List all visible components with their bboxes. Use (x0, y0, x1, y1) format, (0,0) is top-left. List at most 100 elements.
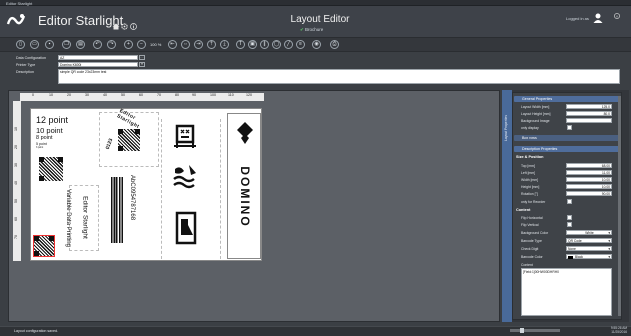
ruler-horizontal: 0 10 20 30 40 50 60 70 80 90 100 110 120 (20, 93, 264, 101)
environment-pictogram-icon[interactable] (172, 163, 200, 193)
properties-side-tab[interactable]: Layout Properties (502, 90, 512, 322)
barcode-color-select[interactable]: Black (566, 254, 612, 260)
printer-type-select[interactable]: Domino K600i (58, 62, 138, 67)
shape-tool-icon[interactable]: ◯ (272, 40, 281, 49)
arc-text-bottom: 0123 (104, 137, 115, 151)
data-config-select[interactable]: AZ (58, 55, 138, 60)
printer-type-label: Printer Type (16, 63, 36, 67)
user-icon[interactable] (592, 12, 604, 24)
bg-image-input[interactable] (566, 118, 612, 123)
flip-vertical-label: Flip Vertical (521, 223, 539, 227)
left-input[interactable]: 11.00 (566, 170, 612, 175)
redo-icon[interactable]: ↷ (107, 40, 116, 49)
left-label: Left [mm] (521, 171, 536, 175)
zoom-slider[interactable] (510, 329, 560, 332)
qr-code-large[interactable] (39, 157, 63, 181)
content-textarea[interactable]: [Field:1]00HW00DHRH0 (521, 268, 612, 316)
align-top-icon[interactable]: ⤒ (207, 40, 216, 49)
paste-icon[interactable]: ▤ (76, 40, 85, 49)
domino-logo-icon (237, 122, 253, 144)
text-10pt[interactable]: 10 point (36, 126, 63, 135)
image-tool-icon[interactable]: ▣ (248, 40, 257, 49)
bg-color-label: Background Color (521, 231, 549, 235)
top-input[interactable]: 68.00 (566, 163, 612, 168)
clock: 9:55:26 AM 11/25/2016 (591, 326, 627, 335)
align-left-icon[interactable]: ⇤ (168, 40, 177, 49)
flip-vertical-checkbox[interactable] (567, 222, 572, 227)
align-center-icon[interactable]: ⇔ (181, 40, 190, 49)
text-tool-icon[interactable]: T (236, 40, 245, 49)
only-display-label: only display (521, 126, 539, 130)
width-input[interactable]: 10.00 (566, 177, 612, 182)
height-input[interactable]: 10.00 (566, 184, 612, 189)
text-3pt[interactable]: 3 point (36, 146, 43, 149)
side-tab-label: Layout Properties (504, 115, 508, 141)
field-tool-icon[interactable]: ≡ (296, 40, 305, 49)
bg-color-select[interactable]: White (566, 230, 612, 236)
layout-height-input[interactable]: 80.0 (566, 111, 612, 116)
barcode-tool-icon[interactable]: ∥ (260, 40, 269, 49)
bg-image-label: Background Image (521, 119, 550, 123)
brand-panel[interactable]: DOMINO (227, 113, 261, 259)
properties-scrollbar[interactable] (618, 96, 621, 316)
copy-icon[interactable]: ❐ (62, 40, 71, 49)
layout-width-input[interactable]: 125.0 (566, 104, 612, 109)
help-icon[interactable] (614, 13, 620, 19)
zoom-out-icon[interactable]: − (137, 40, 146, 49)
size-position-header[interactable]: Size & Position (516, 155, 543, 159)
variable-text-box[interactable]: Editor Starlight Variable Data Printing (65, 185, 99, 251)
flip-horizontal-checkbox[interactable] (567, 215, 572, 220)
text-12pt[interactable]: 12 point (36, 115, 68, 125)
barcode-1d[interactable] (111, 177, 123, 243)
height-label: Height [mm] (521, 185, 540, 189)
ruler-tick: 80 (175, 93, 179, 97)
ruler-tick: 50 (14, 199, 18, 203)
box-rows-header[interactable]: Box rows (514, 135, 620, 141)
undo-icon[interactable]: ↶ (93, 40, 102, 49)
info-icon[interactable] (130, 23, 137, 30)
align-right-icon[interactable]: ⇥ (194, 40, 203, 49)
new-icon[interactable]: ▯ (16, 40, 25, 49)
window-title: Editor Starlight (6, 0, 33, 6)
printer-type-dropdown[interactable]: ▾ (139, 62, 145, 67)
text-8pt[interactable]: 8 point (36, 135, 53, 141)
content-header[interactable]: Content (516, 208, 530, 212)
ruler-tick: 30 (14, 163, 18, 167)
zoom-in-icon[interactable]: + (124, 40, 133, 49)
health-hazard-pictogram-icon[interactable] (173, 211, 199, 245)
save-icon[interactable]: ▪ (45, 40, 54, 49)
barcode-text[interactable]: AbC0954787168 (129, 175, 135, 220)
check-digit-select[interactable]: None (566, 246, 612, 252)
barcode-color-value: Black (575, 255, 584, 259)
ruler-tick: 60 (139, 93, 143, 97)
ruler-tick: 60 (14, 217, 18, 221)
ruler-tick: 120 (246, 93, 252, 97)
home-icon[interactable] (112, 23, 120, 30)
description-field[interactable]: simple QR code 23x23mm test (58, 69, 620, 84)
preview-icon[interactable]: ◉ (312, 40, 321, 49)
app-logo-icon (6, 14, 26, 25)
arc-text-box[interactable]: Editor Starlight 0123 (99, 108, 159, 167)
open-icon[interactable]: ▭ (30, 40, 39, 49)
ruler-tick: 10 (49, 93, 53, 97)
align-bottom-icon[interactable]: ⤓ (220, 40, 229, 49)
label-preview[interactable]: 12 point 10 point 8 point 5 point 3 poin… (30, 108, 262, 261)
toxic-pictogram-icon[interactable] (172, 123, 198, 149)
only-reorder-checkbox[interactable] (567, 199, 572, 204)
ruler-tick: 90 (192, 93, 196, 97)
page-title: Layout Editor (290, 14, 350, 25)
barcode-type-select[interactable]: QR Code (566, 238, 612, 244)
description-properties-header[interactable]: Description Properties (514, 146, 620, 152)
only-display-checkbox[interactable] (567, 125, 572, 130)
color-swatch (568, 255, 573, 259)
qr-code-selected[interactable] (33, 235, 55, 257)
rotation-input[interactable]: 90.00 (566, 191, 612, 196)
general-properties-header[interactable]: General Properties (514, 96, 620, 102)
variable-text-line1: Editor Starlight (81, 196, 89, 239)
zoom-slider-handle[interactable] (520, 328, 524, 333)
line-tool-icon[interactable]: ╱ (284, 40, 293, 49)
print-icon[interactable]: ⎙ (330, 40, 339, 49)
gear-icon[interactable] (121, 23, 128, 30)
only-reorder-label: only for Reorder (521, 200, 546, 204)
data-config-more-button[interactable]: … (139, 55, 145, 60)
